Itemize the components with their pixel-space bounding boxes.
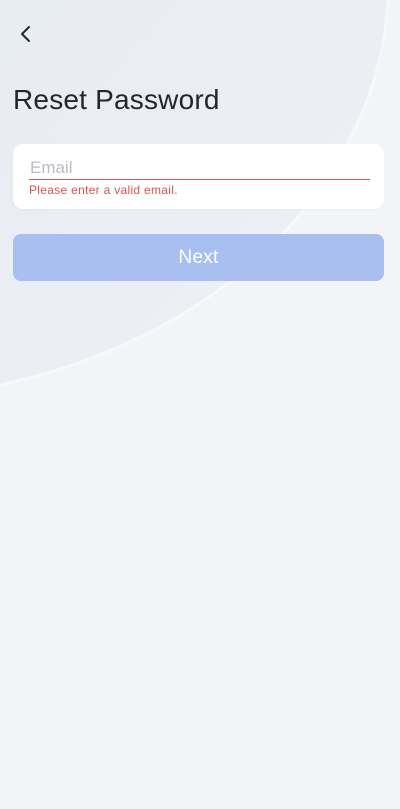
chevron-left-icon xyxy=(21,26,30,42)
back-button[interactable] xyxy=(10,18,42,50)
email-error-message: Please enter a valid email. xyxy=(29,183,178,197)
reset-password-screen: Reset Password Please enter a valid emai… xyxy=(0,0,400,809)
page-title: Reset Password xyxy=(13,84,220,115)
email-card: Please enter a valid email. xyxy=(13,144,384,209)
next-button[interactable]: Next xyxy=(13,234,384,281)
email-field[interactable] xyxy=(29,157,370,180)
